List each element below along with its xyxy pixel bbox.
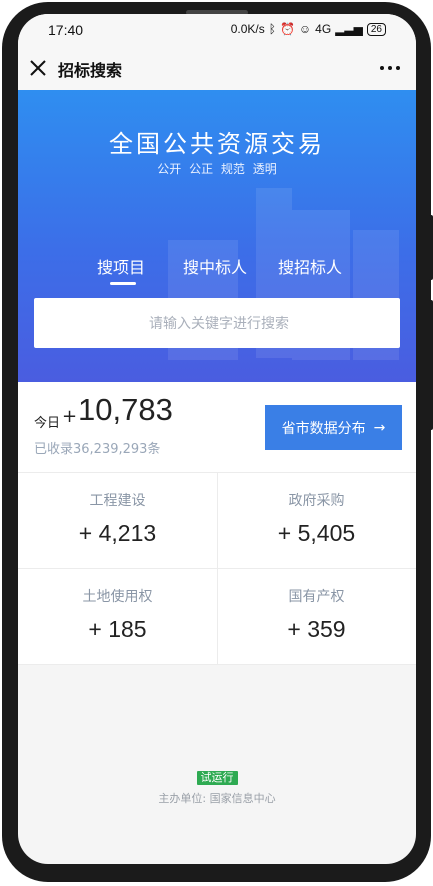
today-plus: + bbox=[62, 406, 78, 427]
arrow-right-icon: → bbox=[373, 419, 386, 436]
active-tab-indicator bbox=[110, 282, 136, 285]
screen: 17:40 0.0K/s ᛒ ⏰ ☺ 4G ▂▃▅ 26 招标搜索 全国公共资源… bbox=[18, 14, 416, 864]
province-distribution-button[interactable]: 省市数据分布 → bbox=[265, 405, 402, 450]
alarm-icon: ⏰ bbox=[279, 22, 295, 36]
today-count: 10,783 bbox=[78, 392, 173, 427]
category-cell[interactable]: 土地使用权 + 185 bbox=[18, 569, 217, 664]
today-label: 今日 bbox=[34, 416, 61, 431]
status-bar: 17:40 0.0K/s ᛒ ⏰ ☺ 4G ▂▃▅ 26 bbox=[18, 14, 416, 46]
category-name: 国有产权 bbox=[288, 589, 345, 605]
network-speed: 0.0K/s bbox=[230, 22, 265, 36]
category-value: + 185 bbox=[88, 616, 147, 642]
category-cell[interactable]: 政府采购 + 5,405 bbox=[217, 473, 416, 568]
signal-icon: ▂▃▅ bbox=[335, 22, 363, 36]
network-type: 4G bbox=[315, 22, 332, 36]
title-bar: 招标搜索 bbox=[18, 46, 416, 90]
close-icon[interactable] bbox=[28, 58, 48, 78]
divider bbox=[217, 473, 218, 664]
category-cell[interactable]: 工程建设 + 4,213 bbox=[18, 473, 217, 568]
category-value: + 5,405 bbox=[277, 520, 356, 546]
phone-device: 17:40 0.0K/s ᛒ ⏰ ☺ 4G ▂▃▅ 26 招标搜索 全国公共资源… bbox=[0, 0, 433, 886]
category-value: + 359 bbox=[287, 616, 346, 642]
bluetooth-icon: ᛒ bbox=[268, 22, 276, 36]
search-tabs: 搜项目 搜中标人 搜招标人 bbox=[18, 254, 416, 294]
category-cell[interactable]: 国有产权 + 359 bbox=[217, 569, 416, 664]
status-indicators: 0.0K/s ᛒ ⏰ ☺ 4G ▂▃▅ 26 bbox=[231, 22, 386, 36]
wifi-icon: ☺ bbox=[298, 22, 312, 36]
tab-search-winner[interactable]: 搜中标人 bbox=[183, 254, 247, 278]
more-icon[interactable] bbox=[378, 58, 402, 78]
collected-total: 已收录36,239,293条 bbox=[34, 442, 161, 457]
category-name: 土地使用权 bbox=[82, 589, 153, 605]
tab-search-project[interactable]: 搜项目 bbox=[97, 254, 145, 278]
today-summary: 今日 + 10,783 已收录36,239,293条 省市数据分布 → bbox=[18, 382, 416, 472]
battery-icon: 26 bbox=[366, 22, 386, 36]
category-value: + 4,213 bbox=[78, 520, 157, 546]
trial-badge: 试运行 bbox=[196, 771, 238, 785]
hero-banner: 全国公共资源交易 公开 公正 规范 透明 搜项目 搜中标人 搜招标人 bbox=[18, 90, 416, 382]
side-button bbox=[429, 215, 433, 280]
category-name: 政府采购 bbox=[288, 493, 345, 509]
search-box bbox=[34, 298, 404, 350]
footer: 试运行 主办单位: 国家信息中心 bbox=[18, 766, 416, 806]
tab-search-tenderer[interactable]: 搜招标人 bbox=[278, 254, 342, 278]
side-button bbox=[429, 300, 433, 430]
status-time: 17:40 bbox=[48, 22, 84, 38]
province-distribution-label: 省市数据分布 bbox=[281, 420, 366, 437]
search-input[interactable] bbox=[34, 298, 404, 350]
divider bbox=[18, 664, 416, 665]
hero-subtitle: 公开 公正 规范 透明 bbox=[157, 162, 277, 176]
page-title: 招标搜索 bbox=[58, 61, 123, 80]
sponsor-text: 主办单位: 国家信息中心 bbox=[158, 792, 276, 805]
hero-title: 全国公共资源交易 bbox=[109, 130, 325, 158]
category-name: 工程建设 bbox=[89, 493, 146, 509]
